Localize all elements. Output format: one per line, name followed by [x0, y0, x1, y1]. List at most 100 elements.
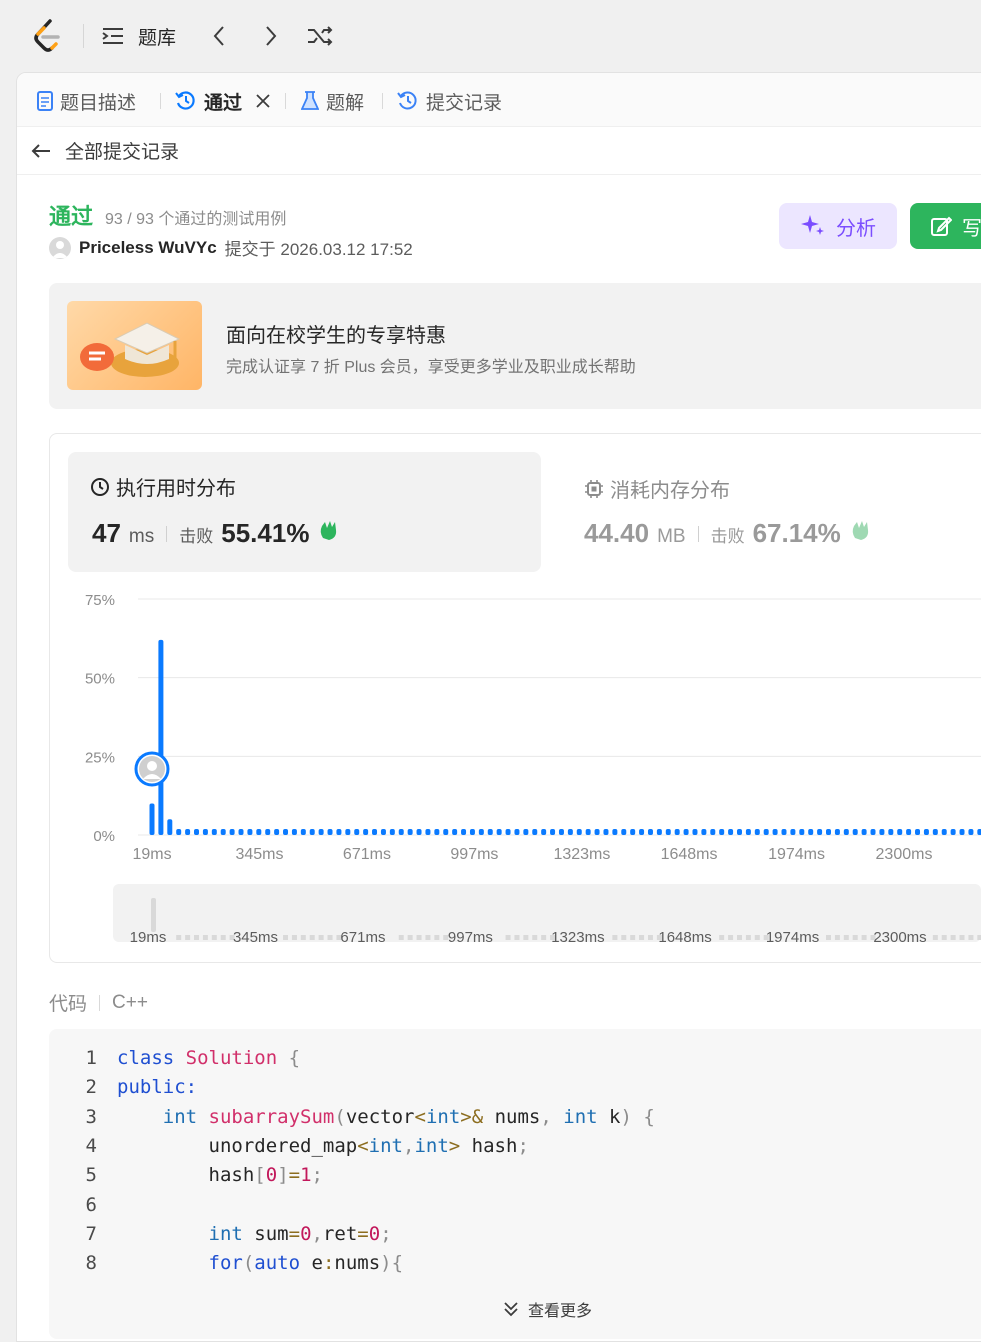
document-icon [37, 91, 53, 111]
divider [166, 526, 168, 542]
code-line: 6 [49, 1194, 117, 1223]
sparkle-icon [801, 215, 824, 235]
clap-icon [852, 521, 868, 540]
divider [99, 994, 101, 1011]
line-number: 4 [85, 1134, 97, 1157]
code-text: int sum=0,ret=0; [208, 1222, 392, 1245]
submission-status: 通过 93 / 93 个通过的测试用例 [49, 199, 286, 231]
divider [160, 93, 161, 109]
prev-problem-button[interactable] [212, 22, 226, 50]
tab-label: 通过 [204, 92, 243, 114]
beat-label: 击败 [710, 527, 745, 546]
chevron-left-icon [213, 26, 224, 46]
runtime-header: 执行用时分布 [90, 472, 236, 501]
arrow-left-icon [31, 143, 50, 158]
code-line: 5 hash[0]=1; [49, 1164, 323, 1193]
runtime-stat-box[interactable]: 执行用时分布 47 ms 击败 55.41% [68, 452, 541, 572]
clock-icon [91, 477, 109, 496]
write-label: 写 [962, 217, 981, 240]
memory-value[interactable]: 44.40 MB 击败 67.14% [584, 518, 873, 549]
history-icon [397, 91, 417, 110]
next-problem-button[interactable] [264, 22, 278, 50]
tab-bar: 题目描述 通过 题解 提交记录 [17, 73, 981, 127]
code-header: 代码 C++ [49, 989, 148, 1016]
memory-unit: MB [657, 526, 686, 547]
double-chevron-down-icon [504, 1302, 518, 1317]
shuffle-icon [308, 26, 333, 46]
problem-list-button[interactable]: 题库 [102, 22, 176, 50]
author-name[interactable]: Priceless WuVYc [79, 238, 217, 258]
promo-title: 面向在校学生的专享特惠 [226, 325, 446, 347]
line-number: 1 [85, 1047, 97, 1069]
performance-card: 执行用时分布 47 ms 击败 55.41% 消耗内存分布 44.40 MB 击… [49, 433, 981, 963]
analyze-label: 分析 [836, 217, 876, 240]
close-icon[interactable] [255, 93, 271, 109]
code-text: hash[0]=1; [117, 1164, 324, 1187]
line-number: 8 [85, 1252, 97, 1275]
divider [382, 93, 383, 109]
view-more-button[interactable]: 查看更多 [502, 1297, 592, 1321]
back-label: 全部提交记录 [65, 142, 180, 163]
runtime-unit: ms [128, 526, 155, 547]
code-line: 7 int sum=0,ret=0; [49, 1223, 392, 1252]
clap-icon [321, 521, 337, 540]
problems-label: 题库 [138, 27, 177, 49]
test-cases-text: 93 / 93 个通过的测试用例 [105, 211, 287, 228]
runtime-beat-percent: 55.41% [221, 518, 310, 548]
line-number: 2 [85, 1076, 97, 1099]
edit-icon [931, 216, 952, 236]
code-language: C++ [112, 991, 148, 1013]
line-number: 7 [85, 1222, 97, 1245]
tab-description[interactable]: 题目描述 [37, 87, 136, 115]
code-line: 3 int subarraySum(vector<int>& nums, int… [49, 1106, 655, 1135]
submission-author: Priceless WuVYc 提交于 2026.03.12 17:52 [49, 235, 413, 260]
divider [83, 24, 84, 48]
line-number: 5 [85, 1164, 97, 1187]
line-number: 6 [85, 1193, 97, 1216]
code-block[interactable]: 1 class Solution { 2 public: 3 int subarrayS… [49, 1029, 981, 1339]
tab-label: 题解 [326, 92, 365, 114]
beat-label: 击败 [179, 527, 214, 546]
student-promo-banner[interactable]: 面向在校学生的专享特惠 完成认证享 7 折 Plus 会员，享受更多学业及职业成… [49, 283, 981, 409]
submit-time: 提交于 2026.03.12 17:52 [224, 240, 413, 259]
back-to-all-submissions[interactable]: 全部提交记录 [17, 127, 981, 175]
status-text: 通过 [49, 204, 94, 229]
divider [285, 93, 286, 109]
memory-title: 消耗内存分布 [610, 480, 730, 502]
graduation-cap-image [67, 301, 202, 390]
code-line: 8 for(auto e:nums){ [49, 1252, 404, 1281]
submission-panel: 题目描述 通过 题解 提交记录 全部提交记录 通过 93 / 93 个通过的测试… [16, 72, 981, 1342]
chip-icon [585, 479, 603, 498]
code-label: 代码 [49, 994, 88, 1015]
chevron-right-icon [266, 26, 277, 46]
code-line: 1 class Solution { [49, 1047, 301, 1076]
promo-subtitle: 完成认证享 7 折 Plus 会员，享受更多学业及职业成长帮助 [226, 359, 636, 376]
tab-label: 题目描述 [60, 92, 137, 114]
runtime-value: 47 ms 击败 55.41% [92, 518, 341, 549]
history-icon [175, 91, 195, 110]
tab-label: 提交记录 [426, 92, 503, 114]
view-more-label: 查看更多 [528, 1303, 593, 1320]
analyze-button[interactable]: 分析 [779, 203, 897, 249]
top-bar: 题库 [0, 0, 981, 72]
runtime-title: 执行用时分布 [116, 478, 236, 500]
memory-beat-percent: 67.14% [752, 518, 841, 548]
code-text: class Solution { [117, 1047, 301, 1069]
code-line: 2 public: [49, 1076, 198, 1105]
line-number: 3 [85, 1105, 97, 1128]
code-line: 4 unordered_map<int,int> hash; [49, 1135, 529, 1164]
write-solution-button[interactable]: 写 [910, 203, 981, 249]
leetcode-logo[interactable] [30, 18, 64, 54]
memory-header[interactable]: 消耗内存分布 [584, 474, 730, 503]
tab-accepted[interactable]: 通过 [175, 87, 271, 115]
runtime-number: 47 [92, 518, 121, 548]
avatar[interactable] [49, 236, 71, 259]
code-text: for(auto e:nums){ [208, 1252, 404, 1275]
tab-solutions[interactable]: 题解 [301, 87, 364, 115]
flask-icon [301, 91, 319, 110]
tab-submissions[interactable]: 提交记录 [397, 87, 502, 115]
divider [697, 526, 699, 542]
memory-number: 44.40 [584, 518, 650, 548]
random-problem-button[interactable] [306, 22, 334, 50]
code-text: unordered_map<int,int> hash; [117, 1134, 529, 1157]
